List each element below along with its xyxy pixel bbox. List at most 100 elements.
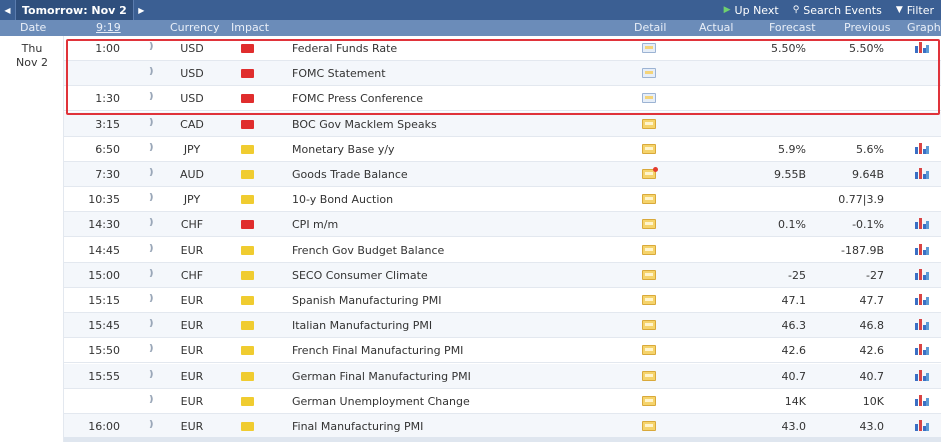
bar-chart-icon[interactable]: [915, 343, 929, 356]
detail-folder-icon[interactable]: [642, 118, 656, 129]
col-detail: Detail: [634, 21, 667, 34]
event-name[interactable]: Goods Trade Balance: [292, 168, 408, 181]
detail-folder-icon[interactable]: [642, 43, 656, 53]
table-row[interactable]: 14:30))) CHF CPI m/m 0.1% -0.1%: [0, 212, 941, 238]
detail-folder-icon[interactable]: [642, 370, 656, 381]
sound-alert-icon[interactable]: ))): [149, 143, 159, 153]
previous-value: 47.7: [859, 294, 885, 307]
sound-alert-icon[interactable]: ))): [149, 344, 159, 354]
bar-chart-icon[interactable]: [915, 394, 929, 406]
previous-value: 5.50%: [849, 42, 884, 55]
col-time-current[interactable]: 9:19: [96, 21, 121, 34]
event-name[interactable]: German Final Manufacturing PMI: [292, 370, 471, 383]
impact-low-icon: [241, 170, 254, 179]
table-row[interactable]: 15:50))) EUR French Final Manufacturing PM…: [0, 338, 941, 364]
horizontal-scrollbar[interactable]: [0, 437, 941, 442]
sound-alert-icon[interactable]: ))): [149, 370, 159, 380]
bar-chart-icon[interactable]: [915, 293, 929, 305]
detail-folder-icon[interactable]: [642, 421, 656, 431]
event-name[interactable]: Italian Manufacturing PMI: [292, 319, 432, 332]
table-row[interactable]: 15:00))) CHF SECO Consumer Climate -25 -27: [0, 262, 941, 288]
sound-alert-icon[interactable]: ))): [149, 118, 159, 128]
detail-folder-icon[interactable]: [642, 219, 656, 230]
event-name[interactable]: Final Manufacturing PMI: [292, 420, 423, 433]
event-time: 15:50: [88, 344, 120, 358]
bar-chart-bar: [915, 398, 918, 406]
detail-folder-icon[interactable]: [642, 143, 656, 154]
bar-chart-icon[interactable]: [915, 142, 929, 154]
event-name[interactable]: 10-y Bond Auction: [292, 193, 393, 206]
sound-alert-icon[interactable]: ))): [149, 218, 159, 228]
detail-folder-icon[interactable]: [642, 345, 656, 356]
detail-folder-icon[interactable]: [642, 395, 656, 406]
table-row[interactable]: 3:15))) CAD BOC Gov Macklem Speaks: [0, 111, 941, 137]
detail-folder-icon[interactable]: [642, 93, 656, 104]
bar-chart-icon[interactable]: [915, 419, 929, 431]
event-name[interactable]: Monetary Base y/y: [292, 143, 395, 156]
event-name[interactable]: FOMC Statement: [292, 67, 386, 80]
event-name[interactable]: German Unemployment Change: [292, 395, 470, 408]
impact-low-icon: [241, 144, 254, 154]
event-name[interactable]: CPI m/m: [292, 218, 338, 231]
prev-day-button[interactable]: ◀: [0, 0, 15, 20]
event-name[interactable]: FOMC Press Conference: [292, 92, 423, 105]
bar-chart-bar: [915, 247, 918, 255]
bar-chart-icon[interactable]: [915, 167, 929, 179]
event-name[interactable]: French Gov Budget Balance: [292, 244, 444, 257]
sound-alert-icon[interactable]: ))): [149, 67, 159, 77]
table-row[interactable]: ))) EUR German Unemployment Change 14K 10K: [0, 389, 941, 414]
sound-alert-icon[interactable]: ))): [149, 92, 159, 102]
sound-alert-icon[interactable]: ))): [149, 244, 159, 254]
event-name[interactable]: Spanish Manufacturing PMI: [292, 294, 441, 307]
date-selector-tab[interactable]: Tomorrow: Nov 2: [15, 0, 134, 20]
col-previous: Previous: [844, 21, 891, 34]
bar-chart-icon[interactable]: [915, 243, 929, 255]
sound-alert-icon[interactable]: ))): [149, 395, 159, 405]
table-row[interactable]: 1:00))) USD Federal Funds Rate 5.50% 5.50%: [0, 36, 941, 61]
detail-folder-icon[interactable]: [642, 194, 656, 205]
table-row[interactable]: 14:45))) EUR French Gov Budget Balance -187…: [0, 238, 941, 263]
bar-chart-icon[interactable]: [915, 217, 929, 230]
col-actual: Actual: [699, 21, 734, 34]
table-row[interactable]: 1:30))) USD FOMC Press Conference: [0, 86, 941, 112]
bar-chart-bar: [926, 372, 929, 381]
table-row[interactable]: 16:00))) EUR Final Manufacturing PMI 43.0 43…: [0, 414, 941, 439]
event-time: 15:55: [88, 369, 120, 383]
event-name[interactable]: BOC Gov Macklem Speaks: [292, 118, 437, 131]
table-row[interactable]: 15:15))) EUR Spanish Manufacturing PMI 47.1…: [0, 288, 941, 313]
arrow-right-icon: ▶: [138, 5, 145, 15]
sound-alert-icon[interactable]: ))): [149, 42, 159, 52]
table-row[interactable]: 15:45))) EUR Italian Manufacturing PMI 46.3…: [0, 313, 941, 339]
event-name[interactable]: SECO Consumer Climate: [292, 269, 428, 282]
next-day-button[interactable]: ▶: [134, 0, 149, 20]
sound-alert-icon[interactable]: ))): [149, 269, 159, 279]
bar-chart-icon[interactable]: [915, 369, 929, 381]
bar-chart-bar: [915, 222, 918, 230]
detail-folder-icon[interactable]: [642, 244, 656, 255]
event-name[interactable]: French Final Manufacturing PMI: [292, 344, 463, 357]
bar-chart-icon[interactable]: [915, 41, 929, 53]
detail-folder-icon[interactable]: [642, 320, 656, 331]
up-next-button[interactable]: ▶ Up Next: [717, 0, 786, 20]
table-row[interactable]: 15:55))) EUR German Final Manufacturing PM…: [0, 363, 941, 389]
table-row[interactable]: ))) USD FOMC Statement: [0, 61, 941, 87]
sound-alert-icon[interactable]: ))): [149, 294, 159, 304]
bar-chart-icon[interactable]: [915, 268, 929, 280]
event-name[interactable]: Federal Funds Rate: [292, 42, 397, 55]
table-row[interactable]: 7:30))) AUD Goods Trade Balance 9.55B 9.64B: [0, 162, 941, 187]
bar-chart-icon[interactable]: [915, 318, 929, 331]
detail-folder-icon[interactable]: [642, 295, 656, 305]
forecast-value: -25: [788, 268, 806, 282]
detail-folder-icon[interactable]: [642, 68, 656, 79]
sound-alert-icon[interactable]: ))): [149, 420, 159, 430]
detail-folder-icon[interactable]: [642, 269, 656, 280]
detail-folder-icon[interactable]: [642, 167, 658, 179]
sound-alert-icon[interactable]: ))): [149, 193, 159, 203]
bar-chart-bar: [915, 46, 918, 53]
search-events-button[interactable]: ⚲ Search Events: [786, 0, 889, 20]
filter-button[interactable]: ▼ Filter: [889, 0, 941, 20]
table-row[interactable]: 10:35))) JPY 10-y Bond Auction 0.77|3.9: [0, 187, 941, 213]
sound-alert-icon[interactable]: ))): [149, 319, 159, 329]
sound-alert-icon[interactable]: ))): [149, 168, 159, 178]
table-row[interactable]: 6:50))) JPY Monetary Base y/y 5.9% 5.6%: [0, 137, 941, 162]
